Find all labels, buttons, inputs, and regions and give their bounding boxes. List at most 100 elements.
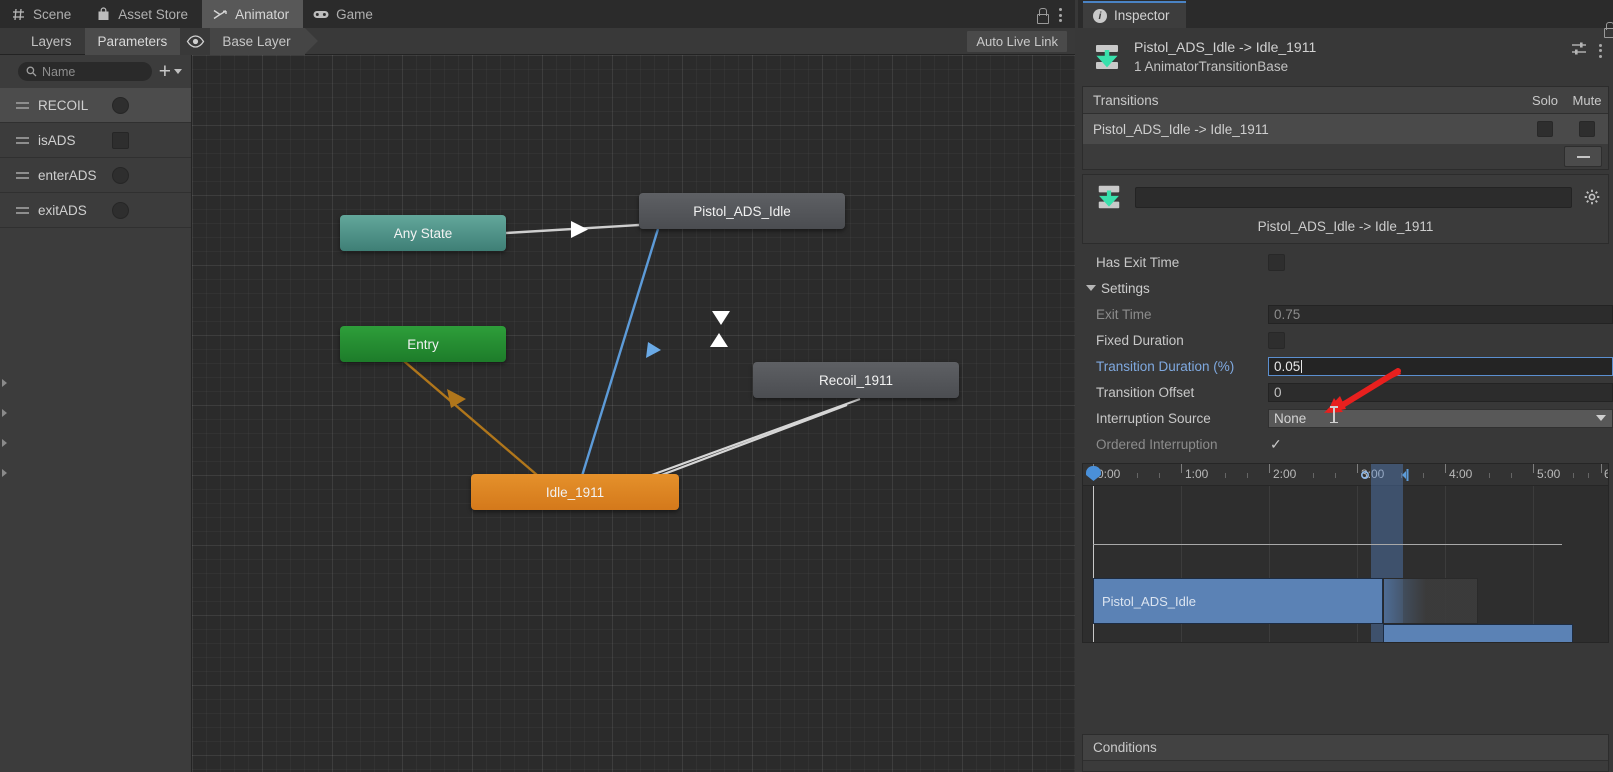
timeline-tick-label: 5:00 (1537, 467, 1561, 481)
chevron-down-icon (174, 69, 182, 74)
state-node-idle-1911[interactable]: Idle_1911 (471, 474, 679, 510)
timeline-tick-label: 2:00 (1273, 467, 1297, 481)
transition-name-input[interactable] (1135, 186, 1572, 208)
transition-duration-input[interactable]: 0.05 (1268, 356, 1613, 376)
timeline-separator (1093, 544, 1562, 545)
inspector-panel: i Inspector Pistol_ADS_Idle -> Idle_1911… (1078, 0, 1613, 772)
parameter-row-enterads[interactable]: enterADS (0, 158, 191, 193)
drag-handle-icon[interactable] (16, 136, 29, 144)
mute-column-label: Mute (1572, 92, 1602, 108)
transition-timeline[interactable]: 0:00 1:00 2:00 3:00 4:00 5:00 6:00 (1082, 463, 1609, 643)
grid-icon (10, 6, 26, 22)
animator-icon (212, 6, 228, 22)
state-node-label: Any State (393, 225, 453, 241)
add-parameter-button[interactable]: + (156, 59, 185, 83)
triangle-expand-icon[interactable] (1086, 285, 1096, 291)
animator-graph-canvas[interactable]: Any State Entry Pistol_ADS_Idle Recoil_1… (192, 55, 1075, 772)
parameter-name: isADS (38, 132, 76, 148)
trigger-toggle[interactable] (112, 201, 129, 219)
fixed-duration-label: Fixed Duration (1096, 332, 1184, 348)
tab-animator[interactable]: Animator (202, 0, 304, 28)
solo-checkbox[interactable] (1537, 121, 1553, 137)
has-exit-time-checkbox[interactable] (1268, 253, 1285, 271)
transition-list-item[interactable]: Pistol_ADS_Idle -> Idle_1911 (1083, 114, 1608, 144)
interruption-source-label: Interruption Source (1096, 410, 1211, 426)
transition-offset-input[interactable]: 0 (1268, 382, 1613, 402)
fixed-duration-checkbox[interactable] (1268, 331, 1285, 349)
transition-asset-icon (1095, 183, 1123, 211)
conditions-header-label: Conditions (1093, 740, 1157, 755)
bool-checkbox[interactable] (112, 131, 129, 149)
inspector-subtitle: 1 AnimatorTransitionBase (1134, 59, 1289, 74)
parameter-row-exitads[interactable]: exitADS (0, 193, 191, 228)
state-node-label: Idle_1911 (545, 484, 605, 500)
tab-asset-store[interactable]: Asset Store (85, 0, 202, 28)
kebab-menu-icon[interactable] (1599, 43, 1603, 59)
drag-handle-icon[interactable] (16, 171, 29, 179)
transition-offset-label: Transition Offset (1096, 384, 1195, 400)
transition-duration-value: 0.05 (1274, 358, 1301, 374)
collapsed-panel-chevron-icon[interactable] (2, 408, 10, 418)
collapsed-panel-chevron-icon[interactable] (2, 438, 10, 448)
chevron-down-icon (1596, 415, 1606, 421)
state-node-any-state[interactable]: Any State (340, 215, 506, 251)
drag-handle-icon[interactable] (16, 206, 29, 214)
collapsed-panel-chevron-icon[interactable] (2, 468, 10, 478)
has-exit-time-row: Has Exit Time (1078, 249, 1613, 275)
timeline-clip-source[interactable]: Pistol_ADS_Idle (1093, 578, 1383, 624)
exit-time-label: Exit Time (1096, 306, 1152, 322)
ordered-interruption-checkbox[interactable]: ✓ (1268, 436, 1282, 453)
parameter-row-recoil[interactable]: RECOIL (0, 88, 191, 123)
trigger-toggle[interactable] (112, 166, 129, 184)
gear-icon[interactable] (1584, 189, 1600, 205)
mute-checkbox[interactable] (1579, 121, 1595, 137)
exit-time-input[interactable]: 0.75 (1268, 304, 1613, 324)
tab-scene[interactable]: Scene (0, 0, 85, 28)
transition-end-handle[interactable] (1401, 468, 1410, 482)
inspector-tab-bar: i Inspector (1078, 0, 1613, 28)
search-icon (26, 66, 37, 77)
timeline-clip-source-fade[interactable] (1383, 578, 1478, 624)
state-node-entry[interactable]: Entry (340, 326, 506, 362)
collapsed-panel-chevron-icon[interactable] (2, 378, 10, 388)
search-input[interactable]: Name (18, 62, 152, 81)
breadcrumb-label: Base Layer (222, 33, 291, 49)
timeline-clip-destination[interactable]: Idle_1911 (1383, 624, 1573, 642)
tab-game[interactable]: Game (303, 0, 387, 28)
state-node-pistol-ads-idle[interactable]: Pistol_ADS_Idle (639, 193, 845, 229)
transition-start-handle[interactable] (1360, 468, 1370, 482)
interruption-source-dropdown[interactable]: None (1268, 408, 1613, 428)
parameter-row-isads[interactable]: isADS (0, 123, 191, 158)
subtab-layers[interactable]: Layers (18, 28, 85, 55)
conditions-header: Conditions (1083, 735, 1608, 761)
state-node-label: Pistol_ADS_Idle (693, 203, 791, 219)
eye-icon[interactable] (180, 27, 211, 55)
breadcrumb[interactable]: Base Layer (210, 27, 318, 55)
remove-transition-button[interactable] (1564, 146, 1602, 167)
fixed-duration-row: Fixed Duration (1078, 327, 1613, 353)
state-node-label: Entry (407, 336, 439, 352)
interruption-source-row: Interruption Source None (1078, 405, 1613, 431)
timeline-ruler[interactable]: 0:00 1:00 2:00 3:00 4:00 5:00 6:00 (1083, 464, 1608, 486)
tab-inspector[interactable]: i Inspector (1083, 1, 1186, 28)
plus-icon: + (158, 59, 171, 83)
transition-detail-panel: Pistol_ADS_Idle -> Idle_1911 (1082, 174, 1609, 244)
settings-group-row[interactable]: Settings (1078, 275, 1613, 301)
state-node-label: Recoil_1911 (818, 372, 894, 388)
drag-handle-icon[interactable] (16, 101, 29, 109)
kebab-menu-icon[interactable] (1059, 7, 1063, 23)
gamepad-icon (313, 6, 329, 22)
preset-select-icon[interactable] (1571, 41, 1587, 60)
state-node-recoil-1911[interactable]: Recoil_1911 (753, 362, 959, 398)
tab-label: Asset Store (118, 6, 189, 22)
trigger-toggle[interactable] (112, 96, 129, 114)
auto-live-link-button[interactable]: Auto Live Link (967, 31, 1067, 52)
lock-icon[interactable] (1036, 8, 1049, 24)
inspector-header-controls (1571, 41, 1603, 60)
transition-settings: Has Exit Time Settings Exit Time 0.75 Fi… (1078, 244, 1613, 457)
tab-label: Inspector (1114, 8, 1170, 23)
parameter-name: RECOIL (38, 97, 89, 113)
transitions-header: Transitions Solo Mute (1083, 87, 1608, 114)
timeline-tick-label: 1:00 (1185, 467, 1209, 481)
subtab-parameters[interactable]: Parameters (84, 27, 181, 55)
